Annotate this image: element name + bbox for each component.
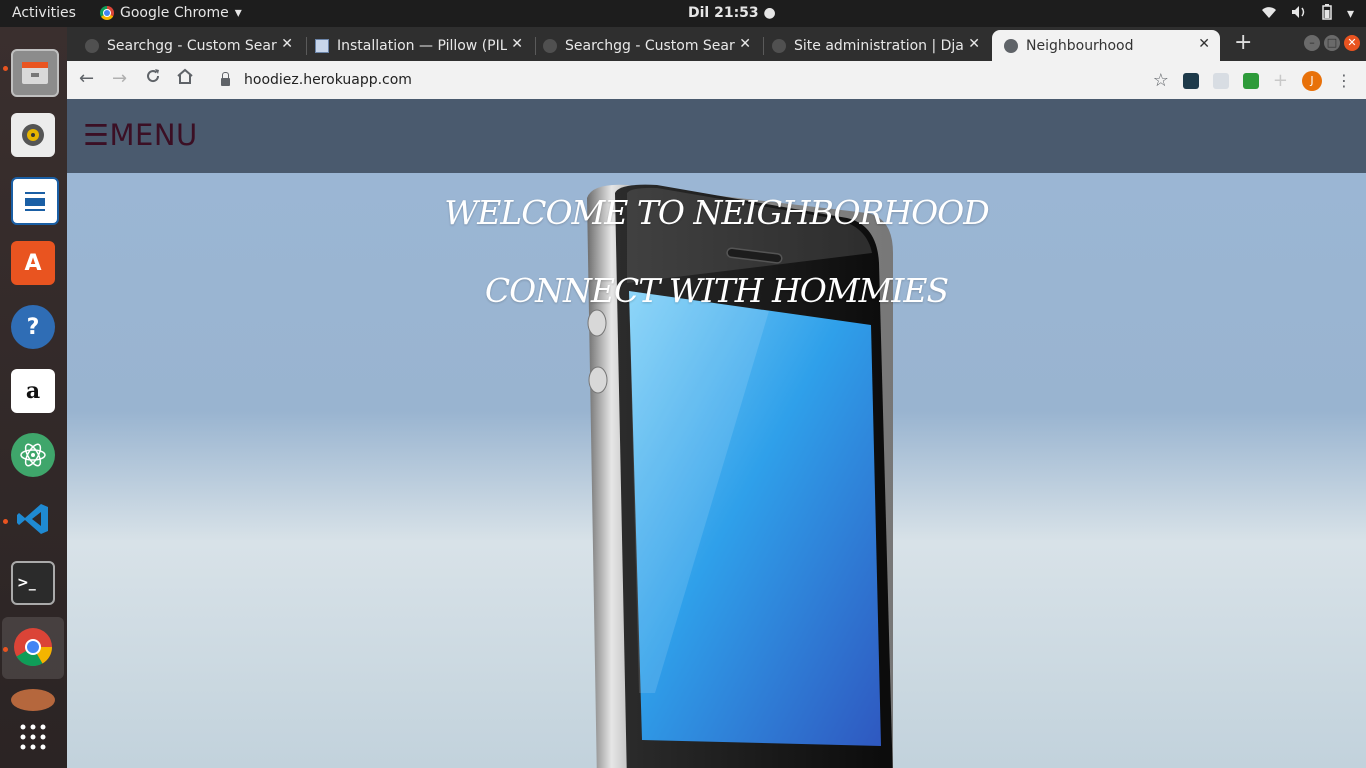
dock: A ? a >_	[0, 27, 67, 768]
app-menu-label: Google Chrome	[120, 5, 229, 21]
close-icon[interactable]: ✕	[281, 36, 293, 52]
hero-heading: WELCOME TO NEIGHBORHOOD	[444, 193, 989, 232]
activities-button[interactable]: Activities	[12, 5, 76, 21]
close-icon[interactable]: ✕	[1198, 36, 1210, 52]
files-icon[interactable]	[11, 49, 59, 97]
volume-icon	[1291, 5, 1307, 23]
atom-icon[interactable]	[11, 433, 55, 477]
running-indicator	[3, 519, 8, 524]
tab-divider	[535, 37, 536, 55]
extension-icon[interactable]	[1242, 72, 1259, 89]
tab-title: Site administration | Django	[794, 37, 964, 54]
system-top-bar: Activities Google Chrome ▾ Dil 21:53 ● ▾	[0, 0, 1366, 27]
close-icon[interactable]: ✕	[739, 36, 751, 52]
site-navbar: ☰MENU	[67, 99, 1366, 173]
terminal-icon[interactable]: >_	[11, 561, 55, 605]
vscode-icon[interactable]	[11, 497, 55, 541]
tab-title: Searchgg - Custom Search	[107, 37, 277, 54]
chrome-icon[interactable]	[11, 625, 55, 669]
running-indicator	[3, 647, 8, 652]
amazon-icon[interactable]: a	[11, 369, 55, 413]
browser-toolbar: ← → hoodiez.herokuapp.com ☆ + J ⋮	[67, 61, 1366, 100]
tab-pillow[interactable]: Installation — Pillow (PIL Fork) ✕	[315, 30, 533, 61]
tab-divider	[306, 37, 307, 55]
phone-image	[587, 184, 893, 768]
bookmark-star-icon[interactable]: ☆	[1153, 70, 1169, 91]
window-controls: – □ ✕	[1304, 35, 1360, 51]
tab-searchgg-2[interactable]: Searchgg - Custom Search ✕	[543, 30, 761, 61]
reload-button[interactable]	[145, 68, 161, 89]
menu-button[interactable]: ☰MENU	[83, 118, 198, 152]
tab-title: Searchgg - Custom Search	[565, 37, 735, 54]
wifi-icon	[1261, 5, 1277, 23]
system-tray[interactable]: ▾	[1261, 4, 1354, 24]
globe-icon	[772, 38, 786, 53]
tab-searchgg-1[interactable]: Searchgg - Custom Search ✕	[85, 30, 303, 61]
close-window-button[interactable]: ✕	[1344, 35, 1360, 51]
hero-section: WELCOME TO NEIGHBORHOOD CONNECT WITH HOM…	[67, 173, 1366, 768]
chevron-down-icon: ▾	[234, 5, 242, 21]
maximize-button[interactable]: □	[1324, 35, 1340, 51]
home-button[interactable]	[176, 68, 194, 89]
avatar[interactable]: J	[1302, 70, 1322, 91]
app-menu[interactable]: Google Chrome ▾	[100, 5, 242, 21]
document-icon	[315, 38, 329, 53]
battery-icon	[1321, 4, 1333, 24]
extra-app-icon[interactable]	[11, 689, 55, 711]
help-icon[interactable]: ?	[11, 305, 55, 349]
extension-icon[interactable]	[1182, 72, 1199, 89]
running-indicator	[3, 66, 8, 71]
clock[interactable]: Dil 21:53 ●	[688, 5, 776, 21]
tab-title: Installation — Pillow (PIL Fork)	[337, 37, 507, 54]
toolbar-actions: ☆ + J ⋮	[1153, 70, 1352, 91]
speaker-icon[interactable]	[11, 113, 55, 157]
globe-icon	[85, 38, 99, 53]
globe-icon	[543, 38, 557, 53]
url-text: hoodiez.herokuapp.com	[244, 72, 412, 88]
forward-button[interactable]: →	[112, 68, 127, 89]
lock-icon	[221, 72, 230, 86]
show-apps-icon[interactable]	[11, 715, 55, 759]
tab-title: Neighbourhood	[1026, 37, 1134, 54]
globe-icon	[1004, 38, 1018, 53]
software-center-icon[interactable]: A	[11, 241, 55, 285]
back-button[interactable]: ←	[79, 68, 94, 89]
tab-divider	[763, 37, 764, 55]
tab-neighbourhood[interactable]: Neighbourhood ✕	[992, 30, 1220, 61]
writer-icon[interactable]	[11, 177, 59, 225]
minimize-button[interactable]: –	[1304, 35, 1320, 51]
power-menu-chevron-icon: ▾	[1346, 6, 1354, 22]
close-icon[interactable]: ✕	[968, 36, 980, 52]
clock-label: Dil 21:53	[688, 5, 759, 21]
close-icon[interactable]: ✕	[511, 36, 523, 52]
extension-icon[interactable]	[1212, 72, 1229, 89]
extension-add-icon[interactable]: +	[1273, 70, 1288, 91]
chrome-icon	[100, 6, 114, 20]
hero-subheading: CONNECT WITH HOMMIES	[484, 271, 949, 310]
new-tab-button[interactable]: +	[1234, 30, 1252, 55]
address-bar[interactable]: hoodiez.herokuapp.com	[215, 65, 1160, 95]
page-viewport: ☰MENU WELCOME TO NEIGHBORHOOD CONNECT WI…	[67, 99, 1366, 768]
notification-dot-icon: ●	[763, 5, 776, 21]
kebab-menu-icon[interactable]: ⋮	[1336, 71, 1352, 90]
tab-site-admin[interactable]: Site administration | Django ✕	[772, 30, 990, 61]
tab-strip: Searchgg - Custom Search ✕ Installation …	[67, 27, 1366, 61]
